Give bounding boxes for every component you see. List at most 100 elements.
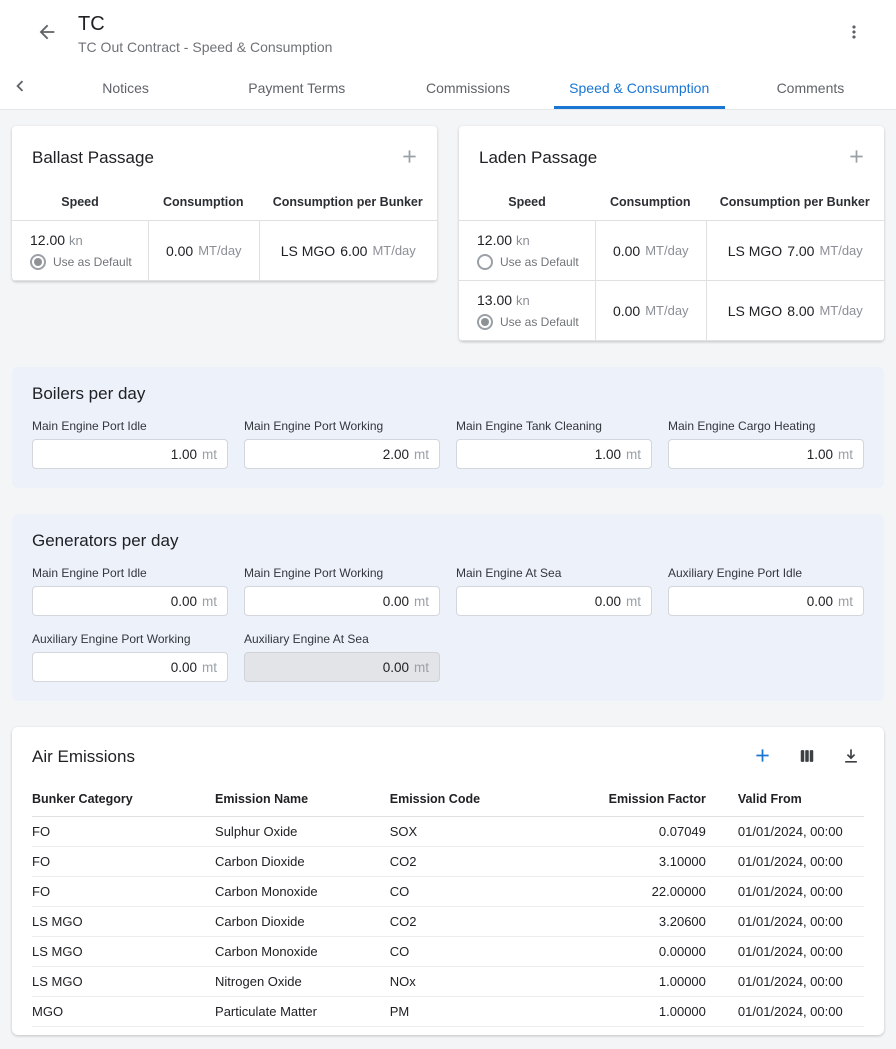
use-as-default-radio[interactable] xyxy=(477,314,493,330)
consumption-cell[interactable]: 0.00MT/day xyxy=(595,221,706,280)
field-label: Main Engine Port Working xyxy=(244,566,440,580)
emissions-cell: 01/01/2024, 00:00 xyxy=(706,877,864,907)
field-label: Main Engine Port Working xyxy=(244,419,440,433)
download-button[interactable] xyxy=(838,743,864,772)
speed-value: 13.00kn xyxy=(477,292,530,308)
plus-icon xyxy=(846,146,867,170)
passages-row: Ballast Passage SpeedConsumptionConsumpti… xyxy=(12,126,884,341)
passage-card-ballast-passage: Ballast Passage SpeedConsumptionConsumpti… xyxy=(12,126,437,281)
air-emissions-header-row: Bunker CategoryEmission NameEmission Cod… xyxy=(32,784,864,817)
emissions-row[interactable]: MGOParticulate MatterPM1.0000001/01/2024… xyxy=(32,997,864,1027)
input-main-engine-port-idle[interactable]: 0.00mt xyxy=(32,586,228,616)
field-auxiliary-engine-port-working: Auxiliary Engine Port Working0.00mt xyxy=(32,632,228,682)
field-value: 0.00 xyxy=(171,660,197,675)
back-button[interactable] xyxy=(32,17,62,50)
header: TC TC Out Contract - Speed & Consumption xyxy=(0,0,896,66)
field-main-engine-port-idle: Main Engine Port Idle 1.00mt xyxy=(32,419,228,469)
field-main-engine-port-working: Main Engine Port Working 2.00mt xyxy=(244,419,440,469)
input-main-engine-tank-cleaning[interactable]: 1.00mt xyxy=(456,439,652,469)
consumption-cell[interactable]: 0.00MT/day xyxy=(148,221,259,280)
use-as-default-label: Use as Default xyxy=(500,315,579,329)
add-ballast-passage-button[interactable] xyxy=(396,143,423,173)
tab-speed-consumption[interactable]: Speed & Consumption xyxy=(554,66,725,109)
consumption-per-bunker-cell[interactable]: LS MGO8.00MT/day xyxy=(706,281,885,340)
consumption-cell[interactable]: 0.00MT/day xyxy=(595,281,706,340)
passage-row: 12.00kn Use as Default 0.00MT/dayLS MGO6.0… xyxy=(12,221,437,281)
title-block: TC TC Out Contract - Speed & Consumption xyxy=(78,12,840,55)
emissions-cell: 1.00000 xyxy=(573,967,706,997)
emissions-cell: MGO xyxy=(32,997,215,1027)
field-label: Main Engine Port Idle xyxy=(32,419,228,433)
speed-value: 12.00kn xyxy=(30,232,83,248)
emissions-column-valid-from: Valid From xyxy=(706,784,864,817)
field-value: 2.00 xyxy=(383,447,409,462)
emissions-cell: 01/01/2024, 00:00 xyxy=(706,907,864,937)
emissions-row[interactable]: LS MGOCarbon MonoxideCO0.0000001/01/2024… xyxy=(32,937,864,967)
input-main-engine-cargo-heating[interactable]: 1.00mt xyxy=(668,439,864,469)
emissions-row[interactable]: LS MGONitrogen OxideNOx1.0000001/01/2024… xyxy=(32,967,864,997)
emissions-column-emission-factor: Emission Factor xyxy=(573,784,706,817)
input-auxiliary-engine-port-working[interactable]: 0.00 mt xyxy=(32,652,228,682)
boilers-fields: Main Engine Port Idle1.00mtMain Engine P… xyxy=(32,419,864,469)
emissions-cell: LS MGO xyxy=(32,937,215,967)
tab-comments[interactable]: Comments xyxy=(725,66,896,109)
speed-cell[interactable]: 12.00knUse as Default xyxy=(459,221,595,280)
emissions-row[interactable]: FOCarbon DioxideCO23.1000001/01/2024, 00… xyxy=(32,847,864,877)
emissions-cell: LS MGO xyxy=(32,907,215,937)
emissions-cell: 3.10000 xyxy=(573,847,706,877)
passage-card-laden-passage: Laden PassageSpeedConsumptionConsumption… xyxy=(459,126,884,341)
use-as-default-label: Use as Default xyxy=(500,255,579,269)
emissions-cell: Nitrogen Oxide xyxy=(215,967,390,997)
emissions-cell: 01/01/2024, 00:00 xyxy=(706,937,864,967)
emissions-cell: 3.20600 xyxy=(573,907,706,937)
field-unit: mt xyxy=(202,660,217,675)
page-subtitle: TC Out Contract - Speed & Consumption xyxy=(78,39,840,55)
generators-title: Generators per day xyxy=(32,531,864,551)
speed-cell[interactable]: 12.00kn Use as Default xyxy=(12,221,148,280)
use-as-default: Use as Default xyxy=(477,254,579,270)
emissions-cell: 0.07049 xyxy=(573,817,706,847)
field-main-engine-tank-cleaning: Main Engine Tank Cleaning1.00mt xyxy=(456,419,652,469)
emissions-cell: NOx xyxy=(390,967,573,997)
emissions-cell: CO xyxy=(390,937,573,967)
input-auxiliary-engine-port-idle[interactable]: 0.00mt xyxy=(668,586,864,616)
emissions-cell: 22.00000 xyxy=(573,877,706,907)
add-emission-button[interactable] xyxy=(749,742,776,772)
more-options-button[interactable] xyxy=(840,18,868,49)
air-emissions-title: Air Emissions xyxy=(32,747,135,767)
input-main-engine-port-working[interactable]: 0.00mt xyxy=(244,586,440,616)
field-value: 0.00 xyxy=(383,660,409,675)
tabs-scroll-left-button[interactable] xyxy=(0,66,40,109)
tab-commissions[interactable]: Commissions xyxy=(382,66,553,109)
emissions-cell: Particulate Matter xyxy=(215,997,390,1027)
field-auxiliary-engine-port-idle: Auxiliary Engine Port Idle0.00mt xyxy=(668,566,864,616)
emissions-row[interactable]: FOSulphur OxideSOX0.0704901/01/2024, 00:… xyxy=(32,817,864,847)
field-main-engine-at-sea: Main Engine At Sea0.00mt xyxy=(456,566,652,616)
emissions-row[interactable]: LS MGOCarbon DioxideCO23.2060001/01/2024… xyxy=(32,907,864,937)
bunker-value: 6.00 xyxy=(340,243,367,259)
page-title: TC xyxy=(78,12,840,36)
field-value: 0.00 xyxy=(171,594,197,609)
tab-payment-terms[interactable]: Payment Terms xyxy=(211,66,382,109)
column-settings-button[interactable] xyxy=(794,743,820,772)
speed-cell[interactable]: 13.00kn Use as Default xyxy=(459,281,595,340)
add-laden-passage-button[interactable] xyxy=(843,143,870,173)
passage-table-header: SpeedConsumptionConsumption per Bunker xyxy=(12,186,437,221)
use-as-default-radio[interactable] xyxy=(477,254,493,270)
use-as-default-label: Use as Default xyxy=(53,255,132,269)
bunker-value: 7.00 xyxy=(787,243,814,259)
use-as-default-radio[interactable] xyxy=(30,254,46,270)
input-main-engine-port-idle[interactable]: 1.00mt xyxy=(32,439,228,469)
tab-notices[interactable]: Notices xyxy=(40,66,211,109)
tab-bar: NoticesPayment TermsCommissionsSpeed & C… xyxy=(0,66,896,110)
consumption-per-bunker-cell[interactable]: LS MGO6.00MT/day xyxy=(259,221,438,280)
emissions-row[interactable]: FOCarbon MonoxideCO22.0000001/01/2024, 0… xyxy=(32,877,864,907)
use-as-default: Use as Default xyxy=(477,314,579,330)
field-main-engine-cargo-heating: Main Engine Cargo Heating1.00mt xyxy=(668,419,864,469)
input-auxiliary-engine-at-sea: 0.00mt xyxy=(244,652,440,682)
emissions-cell: FO xyxy=(32,847,215,877)
input-main-engine-port-working[interactable]: 2.00mt xyxy=(244,439,440,469)
input-main-engine-at-sea[interactable]: 0.00mt xyxy=(456,586,652,616)
consumption-per-bunker-cell[interactable]: LS MGO7.00MT/day xyxy=(706,221,885,280)
passage-title: Ballast Passage xyxy=(32,148,154,168)
